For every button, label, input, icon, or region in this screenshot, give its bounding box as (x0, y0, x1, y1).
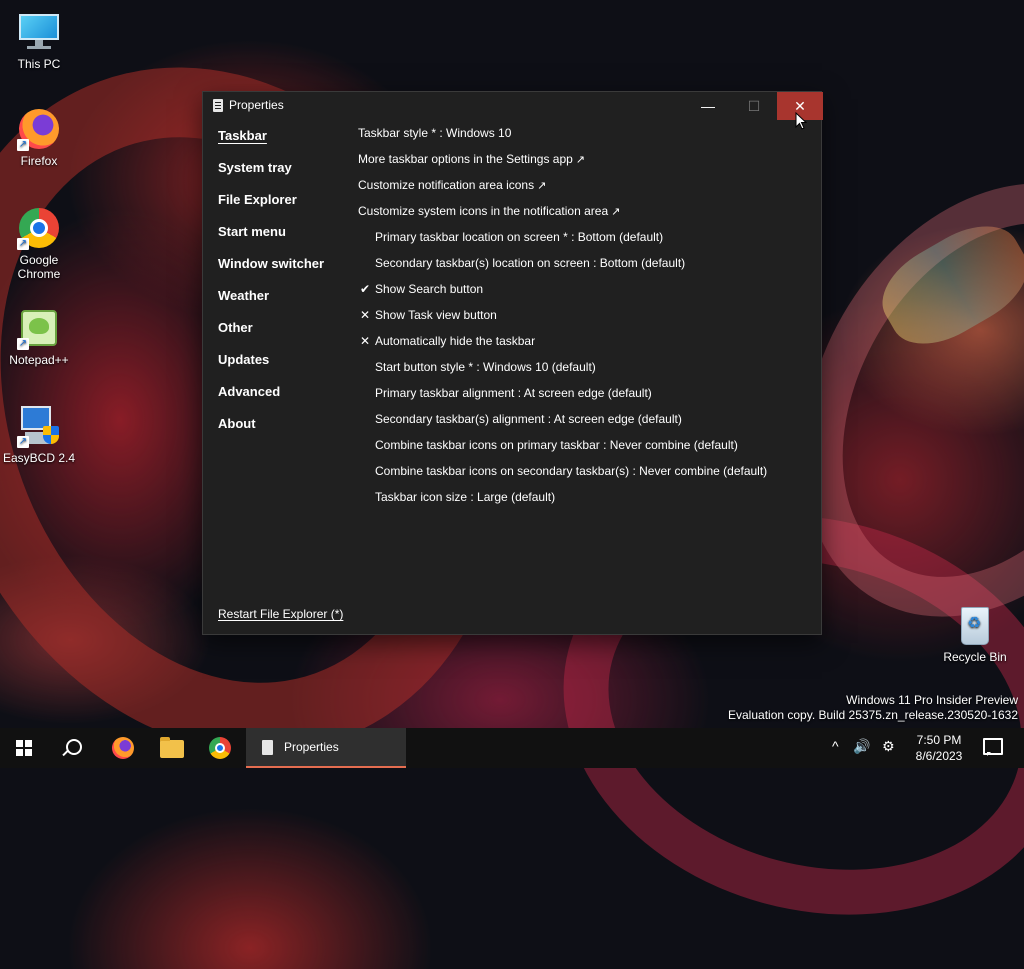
restart-explorer-link[interactable]: Restart File Explorer (*) (218, 607, 343, 621)
window-title: Properties (229, 98, 284, 112)
nav-item-about[interactable]: About (218, 410, 348, 442)
setting-combine-primary[interactable]: Combine taskbar icons on primary taskbar… (358, 432, 818, 458)
setting-auto-hide[interactable]: ✕ Automatically hide the taskbar (358, 328, 818, 354)
desktop-icon-recycle-bin[interactable]: ♻ Recycle Bin (938, 603, 1012, 664)
volume-icon[interactable]: 🔊 (853, 738, 870, 755)
desktop-icon-label: Google Chrome (17, 253, 61, 281)
clock-date: 8/6/2023 (915, 749, 963, 763)
maximize-button[interactable]: ☐ (731, 92, 777, 120)
task-label: Properties (284, 740, 339, 754)
nav-item-updates[interactable]: Updates (218, 346, 348, 378)
search-icon (66, 739, 82, 755)
easybcd-icon: ↗ (17, 404, 61, 448)
nav-item-other[interactable]: Other (218, 314, 348, 346)
external-link-icon: ↗ (575, 154, 586, 166)
setting-combine-secondary[interactable]: Combine taskbar icons on secondary taskb… (358, 458, 818, 484)
chrome-icon: ↗ (17, 206, 61, 250)
nav-item-system-tray[interactable]: System tray (218, 154, 348, 186)
clock-time: 7:50 PM (916, 733, 962, 747)
setting-primary-alignment[interactable]: Primary taskbar alignment : At screen ed… (358, 380, 818, 406)
this-pc-icon (17, 10, 61, 54)
taskbar-clock[interactable]: 7:50 PM 8/6/2023 (906, 732, 972, 764)
external-link-icon: ↗ (611, 206, 621, 218)
desktop-icon-notepadpp[interactable]: ↗ Notepad++ (2, 306, 76, 367)
nav-item-window-switcher[interactable]: Window switcher (218, 250, 348, 282)
setting-taskbar-style[interactable]: Taskbar style * : Windows 10 (358, 120, 818, 146)
watermark-line-2: Evaluation copy. Build 25375.zn_release.… (728, 708, 1018, 722)
shortcut-arrow-icon: ↗ (17, 338, 29, 350)
search-button[interactable] (48, 728, 96, 768)
taskbar-firefox-icon[interactable] (112, 737, 134, 759)
firefox-icon: ↗ (17, 107, 61, 151)
link-notification-icons[interactable]: Customize notification area icons ↗ (358, 172, 818, 198)
cross-icon: ✕ (359, 308, 371, 322)
taskbar-properties-button[interactable]: Properties (246, 728, 406, 768)
nav-item-advanced[interactable]: Advanced (218, 378, 348, 410)
desktop-icon-label: Firefox (20, 154, 58, 168)
start-button[interactable] (0, 728, 48, 768)
check-icon: ✔ (359, 282, 371, 296)
wallpaper-glow (867, 208, 1024, 362)
shortcut-arrow-icon: ↗ (17, 238, 29, 250)
taskbar-file-explorer-icon[interactable] (160, 737, 184, 758)
desktop-icon-label: Recycle Bin (943, 650, 1007, 664)
shortcut-arrow-icon: ↗ (17, 436, 29, 448)
nav-item-weather[interactable]: Weather (218, 282, 348, 314)
desktop-icon-label: EasyBCD 2.4 (2, 451, 76, 465)
setting-start-button-style[interactable]: Start button style * : Windows 10 (defau… (358, 354, 818, 380)
title-bar[interactable]: Properties — ☐ ✕ (203, 92, 823, 120)
desktop-icon-label: This PC (17, 57, 61, 71)
cross-icon: ✕ (359, 334, 371, 348)
minimize-button[interactable]: — (685, 92, 731, 120)
settings-nav: Taskbar System tray File Explorer Start … (218, 122, 348, 442)
app-icon (213, 99, 223, 112)
desktop-icon-chrome[interactable]: ↗ Google Chrome (2, 206, 76, 281)
setting-show-task-view[interactable]: ✕ Show Task view button (358, 302, 818, 328)
taskbar-chrome-icon[interactable] (209, 737, 231, 759)
taskbar: Properties ^ 🔊 ⚙ 7:50 PM 8/6/2023 (0, 728, 1024, 768)
properties-window: Properties — ☐ ✕ Taskbar System tray Fil… (202, 91, 823, 635)
settings-list: Taskbar style * : Windows 10 More taskba… (358, 120, 818, 510)
nav-item-file-explorer[interactable]: File Explorer (218, 186, 348, 218)
properties-app-icon (262, 740, 273, 755)
settings-gear-icon[interactable]: ⚙ (882, 738, 895, 755)
recycle-bin-icon: ♻ (953, 603, 997, 647)
mouse-cursor-icon (795, 111, 808, 135)
setting-secondary-alignment[interactable]: Secondary taskbar(s) alignment : At scre… (358, 406, 818, 432)
link-system-icons[interactable]: Customize system icons in the notificati… (358, 198, 818, 224)
notepadpp-icon: ↗ (17, 306, 61, 350)
evaluation-watermark: Windows 11 Pro Insider Preview Evaluatio… (728, 693, 1018, 723)
desktop-icon-easybcd[interactable]: ↗ EasyBCD 2.4 (2, 404, 76, 465)
setting-icon-size[interactable]: Taskbar icon size : Large (default) (358, 484, 818, 510)
desktop-icon-label: Notepad++ (9, 353, 69, 367)
tray-chevron-icon[interactable]: ^ (832, 738, 839, 754)
watermark-line-1: Windows 11 Pro Insider Preview (846, 693, 1018, 707)
windows-logo-icon (16, 740, 32, 756)
external-link-icon: ↗ (537, 180, 547, 192)
nav-item-taskbar[interactable]: Taskbar (218, 122, 348, 154)
setting-show-search[interactable]: ✔ Show Search button (358, 276, 818, 302)
setting-secondary-location[interactable]: Secondary taskbar(s) location on screen … (358, 250, 818, 276)
desktop-icon-this-pc[interactable]: This PC (2, 10, 76, 71)
nav-item-start-menu[interactable]: Start menu (218, 218, 348, 250)
desktop-icon-firefox[interactable]: ↗ Firefox (2, 107, 76, 168)
link-taskbar-settings[interactable]: More taskbar options in the Settings app… (358, 146, 818, 172)
shortcut-arrow-icon: ↗ (17, 139, 29, 151)
setting-primary-location[interactable]: Primary taskbar location on screen * : B… (358, 224, 818, 250)
notification-center-icon[interactable] (983, 738, 1003, 756)
